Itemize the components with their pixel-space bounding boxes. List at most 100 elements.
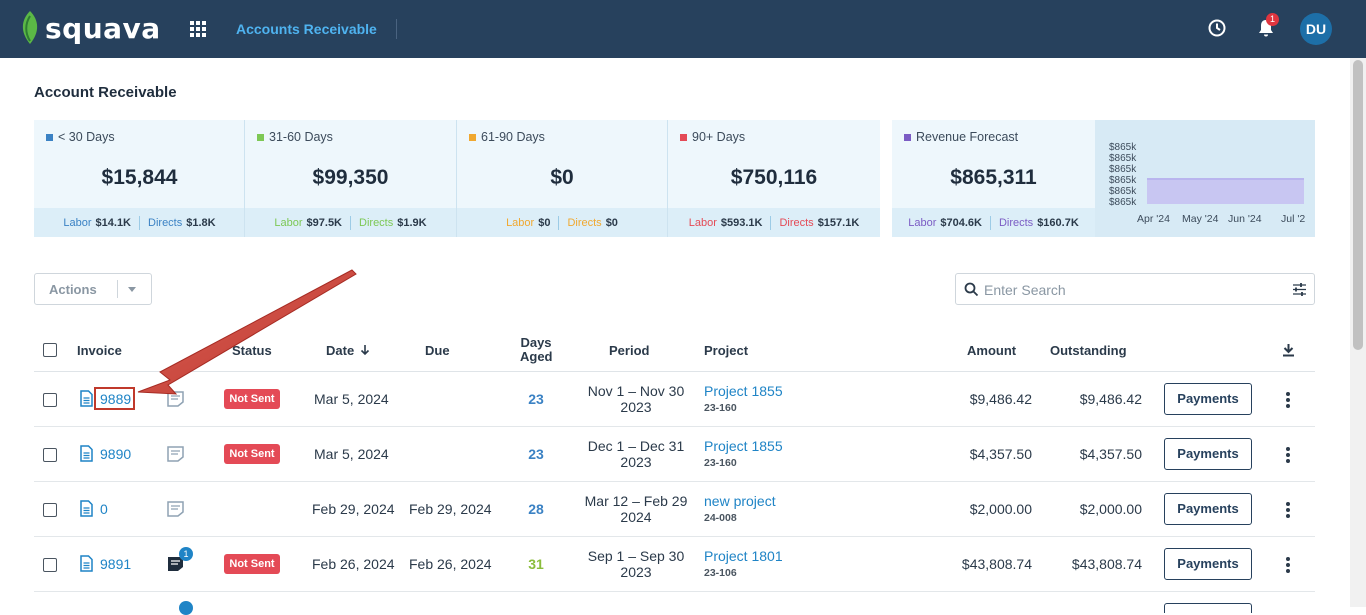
- forecast-bar: [1225, 178, 1265, 204]
- row-checkbox[interactable]: [43, 558, 57, 572]
- period-range: Mar 12 – Feb 29: [584, 493, 688, 509]
- labor-label: Labor: [688, 216, 717, 229]
- x-tick-label: May '24: [1182, 213, 1219, 225]
- column-header-invoice[interactable]: Invoice: [77, 343, 122, 358]
- card-value: $750,116: [730, 166, 818, 189]
- select-all-checkbox[interactable]: [43, 343, 57, 357]
- project-link[interactable]: Project 1855: [704, 383, 783, 399]
- row-checkbox[interactable]: [43, 448, 57, 462]
- apps-grid-icon[interactable]: [190, 21, 206, 37]
- payments-button[interactable]: Payments: [1164, 383, 1252, 415]
- more-options-icon[interactable]: [1286, 557, 1290, 575]
- labor-value: $593.1K: [720, 216, 763, 229]
- column-header-status[interactable]: Status: [232, 343, 272, 358]
- project-code: 23-160: [704, 457, 737, 469]
- avatar[interactable]: DU: [1300, 13, 1332, 45]
- document-icon[interactable]: [80, 390, 93, 407]
- actions-dropdown[interactable]: Actions: [34, 273, 152, 305]
- directs-value: $0: [605, 216, 618, 229]
- period-year: 2023: [620, 454, 652, 470]
- invoice-number-link[interactable]: 9891: [100, 556, 131, 572]
- payments-button-partial[interactable]: [1164, 603, 1252, 613]
- card-foot: Labor $14.1K Directs $1.8K: [34, 208, 245, 237]
- foot-separator: [139, 215, 141, 230]
- card-90-plus[interactable]: 90+ Days $750,116 Labor $593.1K Directs $1…: [668, 120, 880, 237]
- more-options-icon[interactable]: [1286, 392, 1290, 410]
- revenue-forecast-chart: $865k $865k $865k $865k $865k $865k Apr …: [1095, 120, 1315, 237]
- document-icon[interactable]: [80, 555, 93, 572]
- scrollbar-thumb[interactable]: [1353, 60, 1363, 350]
- x-tick-label: Jul '2: [1281, 213, 1306, 225]
- note-count-badge: 1: [179, 547, 193, 561]
- project-code: 23-160: [704, 402, 737, 414]
- status-badge: Not Sent: [224, 389, 280, 409]
- card-61-90[interactable]: 61-90 Days $0 Labor $0 Directs $0: [457, 120, 667, 237]
- y-tick-label: $865k: [1109, 142, 1137, 153]
- actions-separator: [117, 280, 118, 298]
- days-aged-cell: 31: [528, 556, 544, 572]
- card-value: $865,311: [950, 166, 1037, 189]
- document-icon[interactable]: [80, 500, 93, 517]
- project-link[interactable]: Project 1801: [704, 548, 783, 564]
- actions-label: Actions: [49, 282, 97, 297]
- invoice-number-link[interactable]: 0: [100, 501, 108, 517]
- column-header-period[interactable]: Period: [609, 343, 649, 358]
- y-tick-label: $865k: [1109, 186, 1137, 197]
- card-label: Revenue Forecast: [916, 130, 1019, 144]
- row-divider: [34, 426, 1315, 427]
- column-header-date[interactable]: Date: [326, 343, 354, 358]
- row-divider: [34, 591, 1315, 592]
- highlight-box: [94, 387, 135, 410]
- vertical-scrollbar[interactable]: [1350, 58, 1366, 607]
- card-under-30[interactable]: < 30 Days $15,844 Labor $14.1K Directs $1.…: [34, 120, 245, 237]
- search-icon: [964, 282, 979, 297]
- search-box[interactable]: [955, 273, 1315, 305]
- column-header-days-aged[interactable]: Days Aged: [520, 336, 553, 364]
- more-options-icon[interactable]: [1286, 502, 1290, 520]
- column-header-outstanding[interactable]: Outstanding: [1050, 343, 1127, 358]
- project-link[interactable]: Project 1855: [704, 438, 783, 454]
- card-31-60[interactable]: 31-60 Days $99,350 Labor $97.5K Directs $1…: [245, 120, 456, 237]
- column-header-amount[interactable]: Amount: [967, 343, 1016, 358]
- directs-value: $160.7K: [1037, 216, 1079, 229]
- row-checkbox[interactable]: [43, 503, 57, 517]
- row-divider: [34, 481, 1315, 482]
- invoice-number-link[interactable]: 9890: [100, 446, 131, 462]
- row-divider: [34, 536, 1315, 537]
- legend-square-icon: [680, 133, 687, 141]
- forecast-bar: [1264, 178, 1304, 204]
- note-icon[interactable]: [167, 391, 184, 407]
- note-icon[interactable]: [167, 501, 184, 517]
- period-cell: Mar 12 – Feb 29 2024: [578, 493, 694, 525]
- legend-square-icon: [46, 133, 53, 141]
- outstanding-cell: $2,000.00: [1079, 501, 1142, 517]
- payments-button[interactable]: Payments: [1164, 548, 1252, 580]
- clock-icon[interactable]: [1207, 18, 1227, 38]
- directs-label: Directs: [148, 216, 183, 229]
- sort-down-arrow-icon[interactable]: [360, 344, 370, 356]
- project-link[interactable]: new project: [704, 493, 776, 509]
- card-foot: Labor $593.1K Directs $157.1K: [668, 208, 880, 237]
- date-cell: Mar 5, 2024: [314, 391, 389, 407]
- outstanding-cell: $4,357.50: [1079, 446, 1142, 462]
- more-options-icon[interactable]: [1286, 447, 1290, 465]
- download-icon[interactable]: [1282, 343, 1295, 357]
- payments-button[interactable]: Payments: [1164, 493, 1252, 525]
- column-header-project[interactable]: Project: [704, 343, 748, 358]
- app-title[interactable]: Accounts Receivable: [236, 21, 377, 37]
- row-checkbox[interactable]: [43, 393, 57, 407]
- y-tick-label: $865k: [1109, 164, 1137, 175]
- note-icon[interactable]: [167, 446, 184, 462]
- search-input[interactable]: [984, 280, 1274, 300]
- amount-cell: $43,808.74: [961, 556, 1032, 572]
- card-revenue-forecast[interactable]: Revenue Forecast $865,311 Labor $704.6K D…: [892, 120, 1095, 237]
- squava-logo[interactable]: squava: [18, 10, 161, 46]
- days-aged-cell: 23: [528, 391, 544, 407]
- filter-sliders-icon[interactable]: [1292, 282, 1307, 297]
- payments-button[interactable]: Payments: [1164, 438, 1252, 470]
- document-icon[interactable]: [80, 445, 93, 462]
- card-foot: Labor $704.6K Directs $160.7K: [892, 208, 1095, 237]
- labor-label: Labor: [63, 216, 92, 229]
- period-cell: Sep 1 – Sep 30 2023: [578, 548, 694, 580]
- column-header-due[interactable]: Due: [425, 343, 450, 358]
